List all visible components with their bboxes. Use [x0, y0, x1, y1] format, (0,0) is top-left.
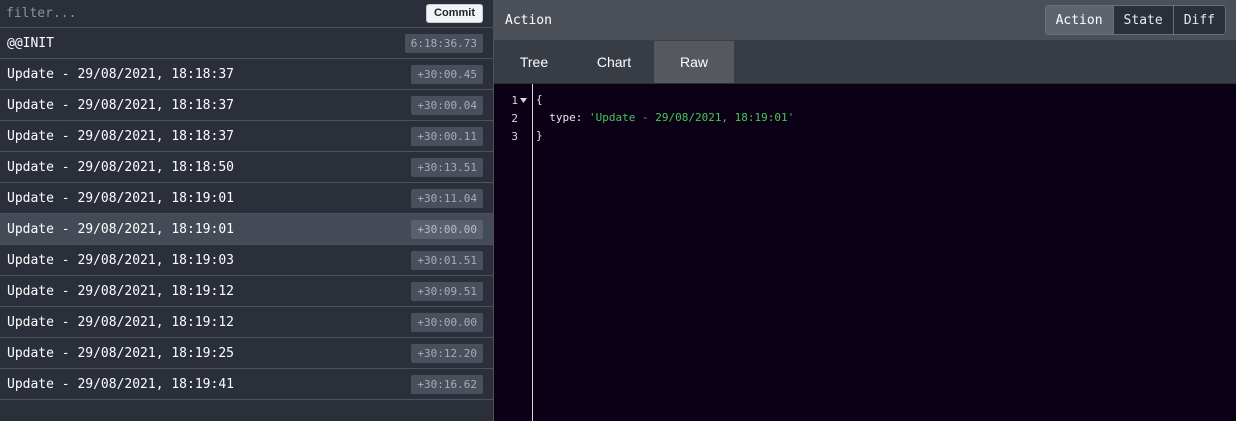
mode-button-action[interactable]: Action: [1045, 6, 1113, 34]
tab-raw[interactable]: Raw: [654, 41, 734, 83]
action-list: @@INIT 6:18:36.73 Update - 29/08/2021, 18:…: [0, 28, 493, 421]
action-list-item[interactable]: Update - 29/08/2021, 18:19:03 +30:01.51: [0, 245, 493, 276]
action-name: Update - 29/08/2021, 18:18:37: [7, 128, 234, 144]
action-name: @@INIT: [7, 35, 54, 51]
action-time-badge: +30:12.20: [411, 343, 483, 363]
line-number: 2: [511, 111, 518, 125]
action-list-item[interactable]: Update - 29/08/2021, 18:18:50 +30:13.51: [0, 152, 493, 183]
filter-bar: Commit: [0, 0, 493, 28]
tab-tree[interactable]: Tree: [494, 41, 574, 83]
inspector-header: Action Action State Diff: [494, 0, 1236, 41]
action-name: Update - 29/08/2021, 18:19:01: [7, 190, 234, 206]
action-list-panel: Commit @@INIT 6:18:36.73 Update - 29/08/20…: [0, 0, 494, 421]
panel-title: Action: [505, 12, 552, 28]
code-line: type: 'Update - 29/08/2021, 18:19:01': [536, 109, 1236, 127]
action-name: Update - 29/08/2021, 18:19:12: [7, 314, 234, 330]
tab-chart[interactable]: Chart: [574, 41, 654, 83]
action-list-item[interactable]: Update - 29/08/2021, 18:19:01 +30:00.00: [0, 214, 493, 245]
action-list-item[interactable]: Update - 29/08/2021, 18:19:25 +30:12.20: [0, 338, 493, 369]
action-time-badge: +30:00.45: [411, 64, 483, 84]
fold-arrow-icon[interactable]: [520, 97, 528, 103]
action-name: Update - 29/08/2021, 18:18:37: [7, 97, 234, 113]
action-list-item[interactable]: Update - 29/08/2021, 18:18:37 +30:00.45: [0, 59, 493, 90]
action-time-badge: +30:00.00: [411, 312, 483, 332]
action-name: Update - 29/08/2021, 18:18:37: [7, 66, 234, 82]
code-line: {: [536, 93, 543, 106]
action-name: Update - 29/08/2021, 18:19:12: [7, 283, 234, 299]
action-time-badge: 6:18:36.73: [404, 33, 483, 53]
mode-switcher: Action State Diff: [1044, 5, 1226, 35]
filter-input[interactable]: [6, 0, 427, 27]
action-list-item[interactable]: Update - 29/08/2021, 18:18:37 +30:00.11: [0, 121, 493, 152]
json-string-value: 'Update - 29/08/2021, 18:19:01': [588, 111, 795, 124]
line-number: 1: [494, 91, 532, 109]
action-time-badge: +30:16.62: [411, 374, 483, 394]
action-time-badge: +30:00.00: [411, 219, 483, 239]
view-tabs: Tree Chart Raw: [494, 41, 1236, 84]
action-time-badge: +30:09.51: [411, 281, 483, 301]
mode-button-diff[interactable]: Diff: [1172, 6, 1225, 34]
action-time-badge: +30:13.51: [411, 157, 483, 177]
action-list-item[interactable]: Update - 29/08/2021, 18:19:12 +30:00.00: [0, 307, 493, 338]
action-list-item[interactable]: @@INIT 6:18:36.73: [0, 28, 493, 59]
action-name: Update - 29/08/2021, 18:19:03: [7, 252, 234, 268]
action-name: Update - 29/08/2021, 18:18:50: [7, 159, 234, 175]
inspector-panel: Action Action State Diff Tree Chart Raw 1 2 …: [494, 0, 1236, 421]
action-name: Update - 29/08/2021, 18:19:25: [7, 345, 234, 361]
json-key: type:: [536, 111, 589, 124]
line-gutter: 1 2 3: [494, 84, 533, 421]
action-list-item[interactable]: Update - 29/08/2021, 18:19:01 +30:11.04: [0, 183, 493, 214]
raw-editor[interactable]: 1 2 3 { type: 'Update - 29/08/2021, 18:1…: [494, 84, 1236, 421]
action-name: Update - 29/08/2021, 18:19:01: [7, 221, 234, 237]
mode-button-state[interactable]: State: [1112, 6, 1173, 34]
action-time-badge: +30:00.04: [411, 95, 483, 115]
line-number: 3: [511, 129, 518, 143]
code-content: { type: 'Update - 29/08/2021, 18:19:01' …: [533, 84, 1236, 421]
action-time-badge: +30:00.11: [411, 126, 483, 146]
action-list-item[interactable]: Update - 29/08/2021, 18:19:12 +30:09.51: [0, 276, 493, 307]
commit-button[interactable]: Commit: [426, 4, 483, 23]
action-time-badge: +30:01.51: [411, 250, 483, 270]
code-line: }: [536, 129, 543, 142]
action-list-item[interactable]: Update - 29/08/2021, 18:19:41 +30:16.62: [0, 369, 493, 400]
action-time-badge: +30:11.04: [411, 188, 483, 208]
action-name: Update - 29/08/2021, 18:19:41: [7, 376, 234, 392]
redux-devtools: Commit @@INIT 6:18:36.73 Update - 29/08/20…: [0, 0, 1236, 421]
action-list-item[interactable]: Update - 29/08/2021, 18:18:37 +30:00.04: [0, 90, 493, 121]
